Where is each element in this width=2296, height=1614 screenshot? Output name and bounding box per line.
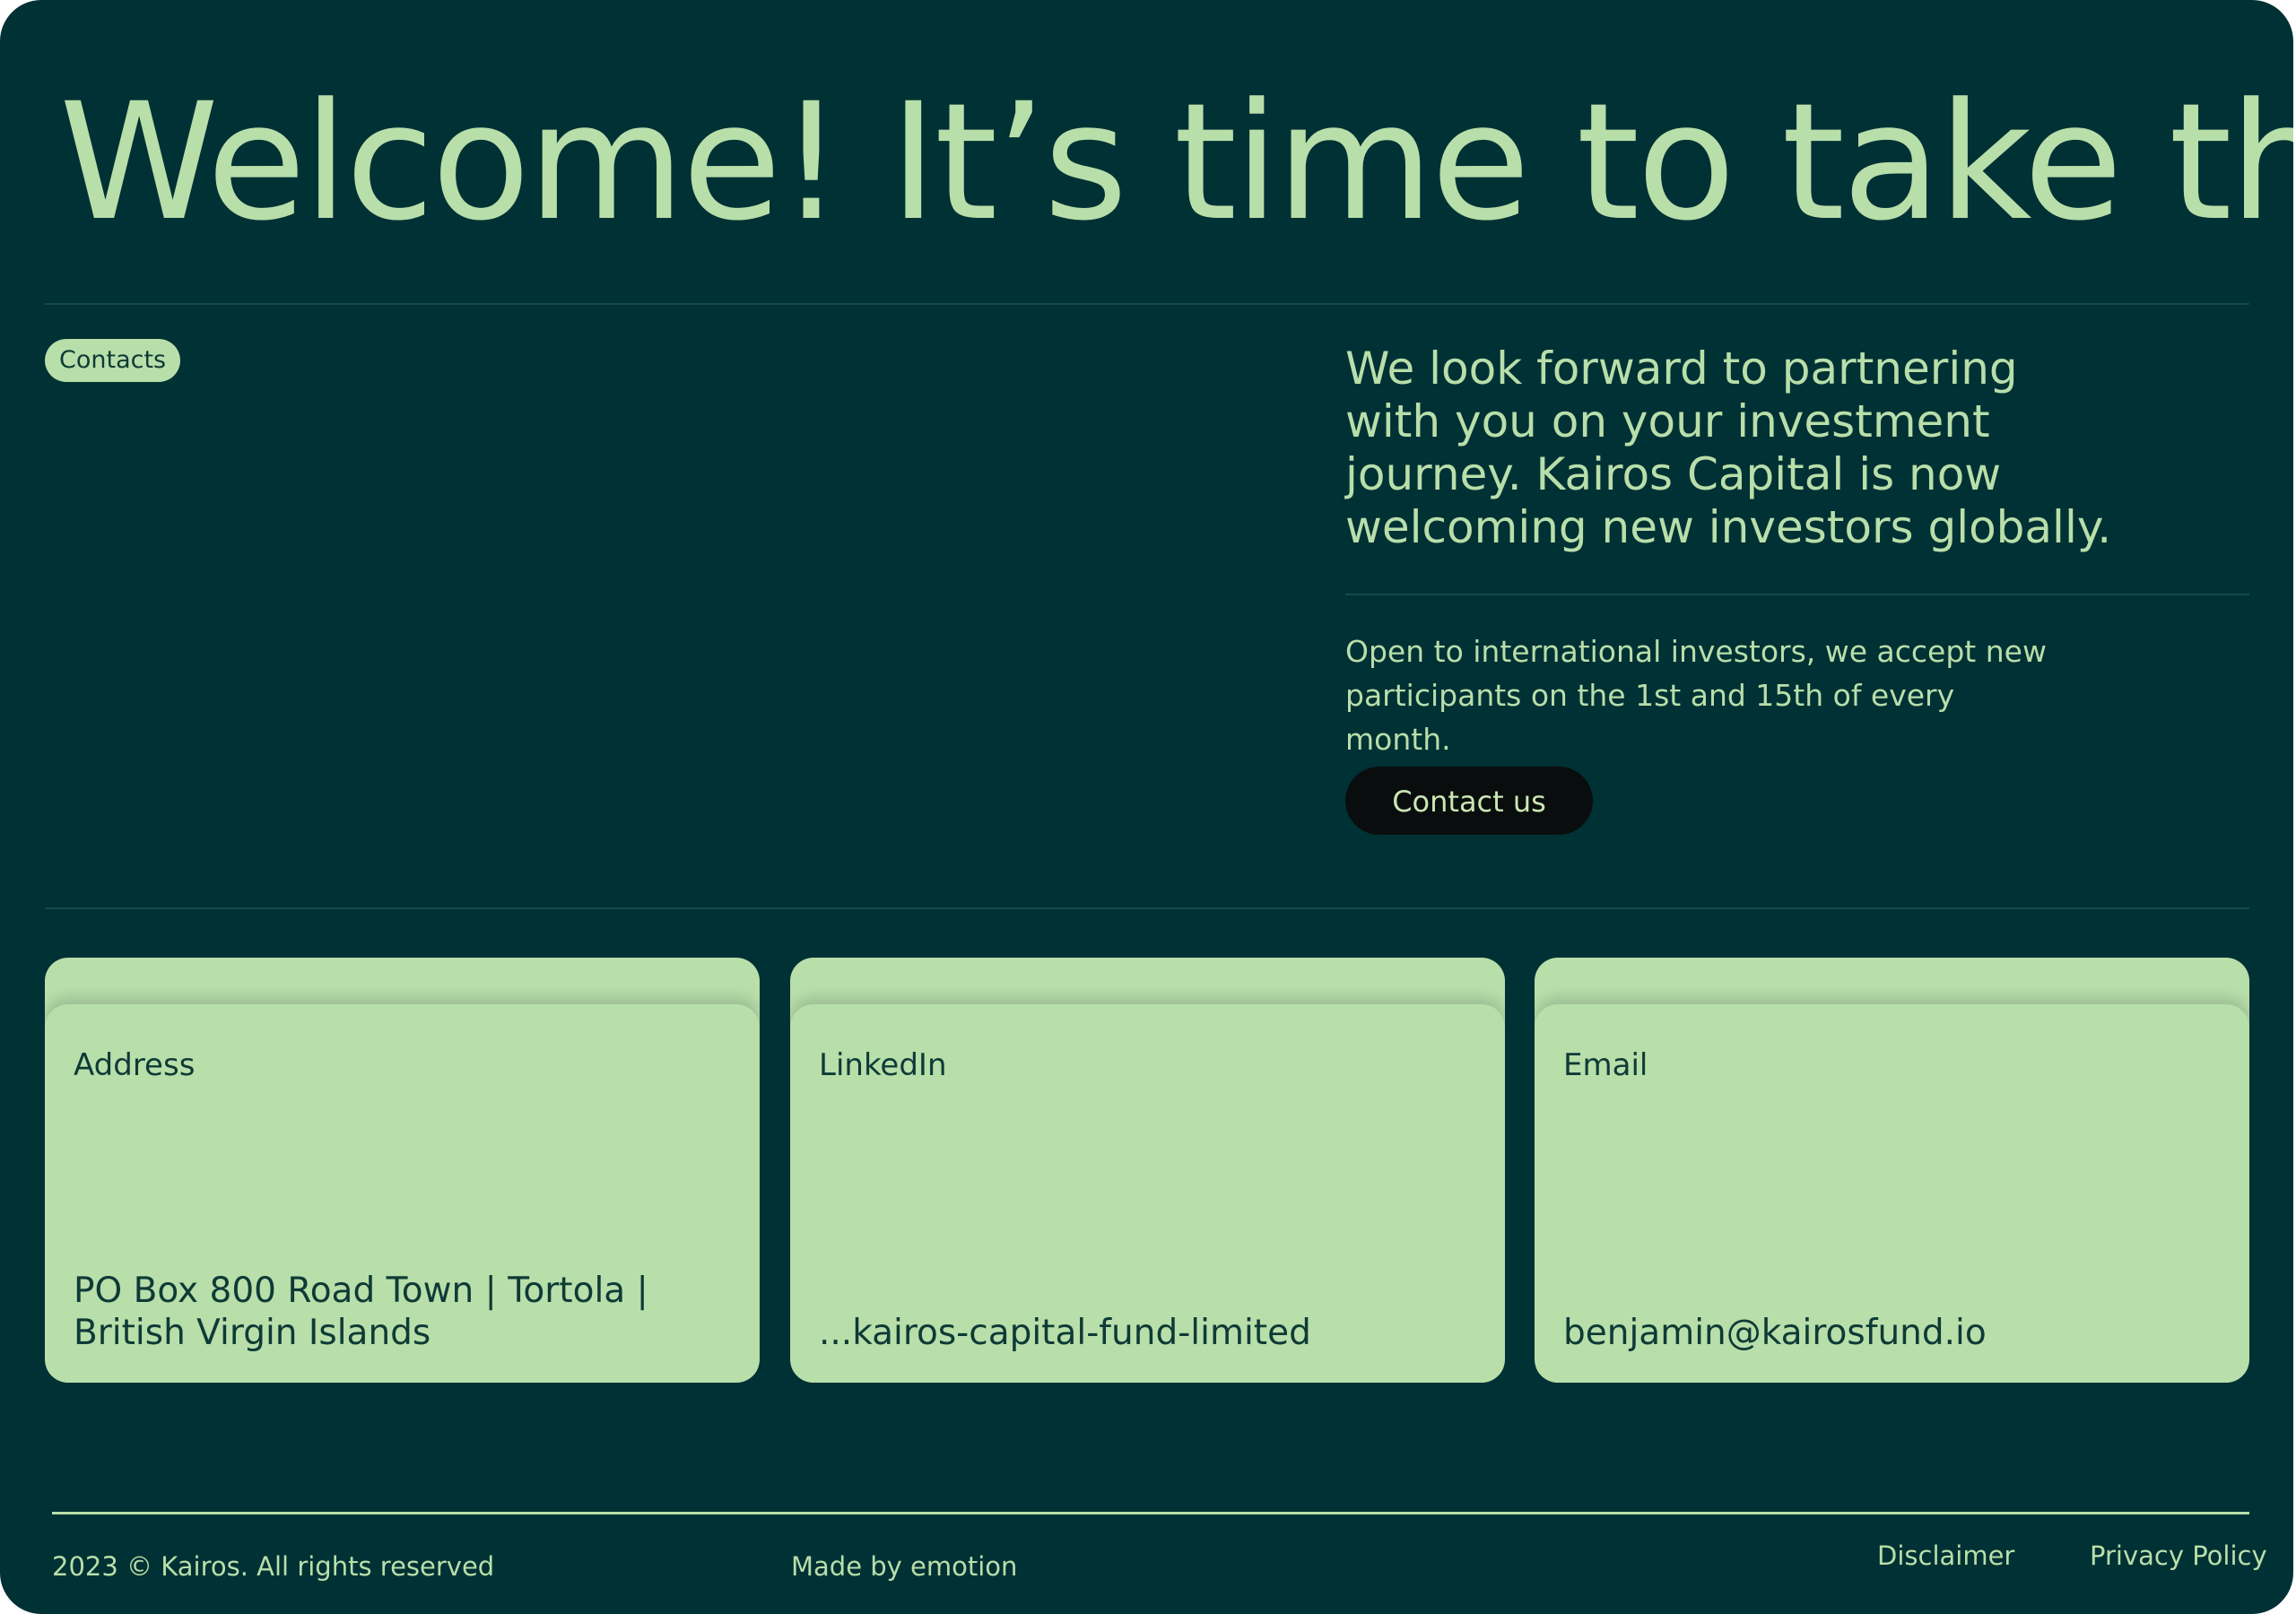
address-card-title: Address	[74, 1047, 196, 1083]
divider-intro	[1345, 594, 2249, 595]
address-card[interactable]: Address PO Box 800 Road Town | Tortola |…	[45, 958, 760, 1383]
hero-heading: Welcome! It’s time to take the lead	[59, 69, 2293, 256]
contact-us-button[interactable]: Contact us	[1345, 767, 1593, 835]
email-card[interactable]: Email benjamin@kairosfund.io	[1535, 958, 2249, 1383]
email-card-title: Email	[1563, 1047, 1648, 1083]
divider-cards	[45, 907, 2249, 909]
linkedin-card[interactable]: LinkedIn ...kairos-capital-fund-limited	[790, 958, 1505, 1383]
footer-made-by-link[interactable]: Made by emotion	[791, 1551, 1017, 1582]
footer-copyright: 2023 © Kairos. All rights reserved	[52, 1551, 495, 1582]
linkedin-card-title: LinkedIn	[819, 1047, 947, 1083]
footer-privacy-policy-link[interactable]: Privacy Policy	[2090, 1540, 2267, 1571]
address-card-value: PO Box 800 Road Town | Tortola | British…	[74, 1271, 648, 1353]
linkedin-card-value: ...kairos-capital-fund-limited	[819, 1313, 1311, 1353]
footer-disclaimer-link[interactable]: Disclaimer	[1877, 1540, 2014, 1571]
divider-top	[45, 303, 2249, 305]
contact-page: Welcome! It’s time to take the lead Cont…	[0, 0, 2293, 1614]
intro-lead: We look forward to partnering with you o…	[1345, 343, 2112, 553]
email-card-value: benjamin@kairosfund.io	[1563, 1313, 1987, 1353]
contacts-tag: Contacts	[45, 339, 181, 382]
footer-divider	[52, 1512, 2249, 1514]
intro-subtext: Open to international investors, we acce…	[1345, 634, 2047, 757]
